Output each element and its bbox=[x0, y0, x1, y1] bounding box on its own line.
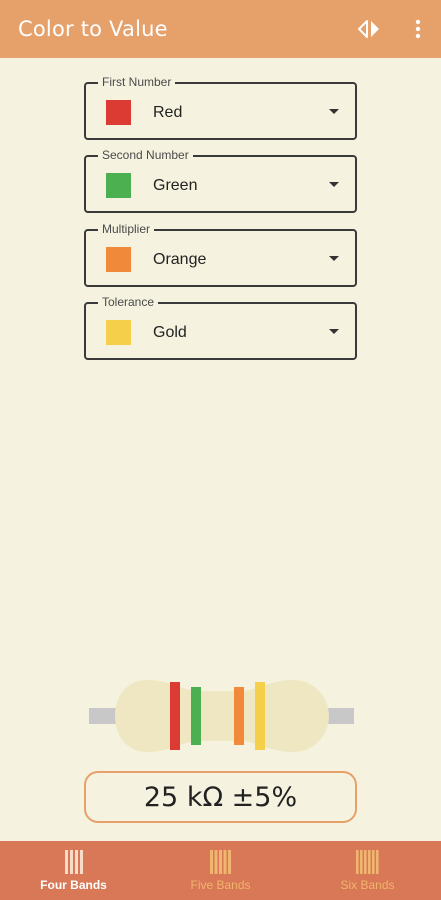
first-number-select[interactable]: First Number Red bbox=[84, 75, 357, 140]
result-value: 25 kΩ ±5% bbox=[143, 781, 298, 813]
field-value: Red bbox=[153, 104, 183, 121]
five-bands-icon bbox=[209, 850, 231, 874]
page-title: Color to Value bbox=[18, 17, 168, 41]
field-value: Orange bbox=[153, 251, 207, 268]
tab-five-bands[interactable]: Five Bands bbox=[147, 841, 294, 900]
result-display: 25 kΩ ±5% bbox=[84, 771, 357, 823]
tab-four-bands[interactable]: Four Bands bbox=[0, 841, 147, 900]
dropdown-arrow-icon bbox=[329, 182, 339, 187]
color-swatch bbox=[106, 100, 131, 125]
resistor-body bbox=[115, 680, 329, 752]
tab-label: Four Bands bbox=[40, 878, 107, 892]
more-vert-icon[interactable] bbox=[408, 17, 428, 41]
resistor-band-1 bbox=[170, 682, 180, 750]
six-bands-icon bbox=[355, 850, 379, 874]
color-swatch bbox=[106, 247, 131, 272]
second-number-select[interactable]: Second Number Green bbox=[84, 148, 357, 213]
resistor-illustration bbox=[89, 678, 354, 754]
swap-horizontal-icon[interactable] bbox=[354, 17, 384, 41]
resistor-band-4 bbox=[255, 682, 265, 750]
color-swatch bbox=[106, 173, 131, 198]
field-label: Second Number bbox=[98, 148, 193, 162]
field-value: Green bbox=[153, 177, 198, 194]
field-label: First Number bbox=[98, 75, 176, 89]
tab-label: Five Bands bbox=[190, 878, 251, 892]
tab-label: Six Bands bbox=[340, 878, 395, 892]
bottom-navigation: Four Bands Five Bands Six Bands bbox=[0, 841, 441, 900]
dropdown-arrow-icon bbox=[329, 329, 339, 334]
field-label: Multiplier bbox=[98, 222, 155, 236]
dropdown-arrow-icon bbox=[329, 256, 339, 261]
tab-six-bands[interactable]: Six Bands bbox=[294, 841, 441, 900]
color-swatch bbox=[106, 320, 131, 345]
multiplier-select[interactable]: Multiplier Orange bbox=[84, 222, 357, 287]
app-bar: Color to Value bbox=[0, 0, 441, 58]
field-label: Tolerance bbox=[98, 295, 159, 309]
resistor-band-3 bbox=[234, 687, 244, 745]
tolerance-select[interactable]: Tolerance Gold bbox=[84, 295, 357, 360]
four-bands-icon bbox=[64, 850, 83, 874]
dropdown-arrow-icon bbox=[329, 109, 339, 114]
resistor-band-2 bbox=[191, 687, 201, 745]
field-value: Gold bbox=[153, 324, 187, 341]
